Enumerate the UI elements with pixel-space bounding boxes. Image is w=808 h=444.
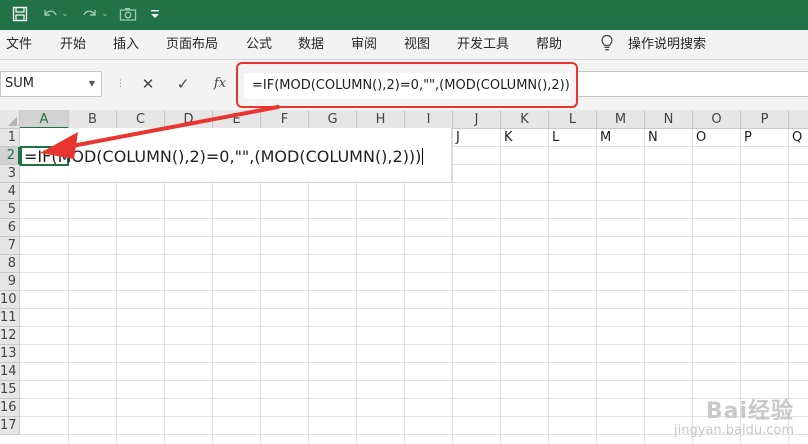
column-header-p[interactable]: P [741,110,789,129]
grid-hline [20,254,808,255]
column-header-h[interactable]: H [357,110,405,129]
tab-data[interactable]: 数据 [298,30,324,60]
grid-hline [20,290,808,291]
row-header-4[interactable]: 4 [0,183,20,201]
grid-vline [452,129,453,444]
grid-hline [20,200,808,201]
column-header-m[interactable]: M [597,110,645,129]
formula-input-extension[interactable] [578,71,808,97]
row-header-10[interactable]: 10 [0,291,20,309]
text-caret [422,148,424,165]
tab-insert[interactable]: 插入 [113,30,139,60]
grid-vline [596,129,597,444]
column-header-k[interactable]: K [501,110,549,129]
customize-icon[interactable] [148,4,162,24]
inline-label-p: P [744,130,752,145]
name-box[interactable]: SUM ▼ [0,71,102,97]
grid-hline [20,308,808,309]
row-header-11[interactable]: 11 [0,309,20,327]
column-header-e[interactable]: E [213,110,261,129]
name-box-value: SUM [5,76,34,91]
undo-icon[interactable] [40,4,60,24]
formula-input[interactable]: =IF(MOD(COLUMN(),2)=0,"",(MOD(COLUMN(),2… [244,73,570,99]
inline-label-j: J [456,130,460,145]
column-header-d[interactable]: D [165,110,213,129]
tab-review[interactable]: 审阅 [351,30,377,60]
column-header-q[interactable]: Q [789,110,808,129]
tab-home[interactable]: 开始 [60,30,86,60]
formula-bar: SUM ▼ ⋮ ✕ ✓ fx =IF(MOD(COLUMN(),2)=0,"",… [0,60,808,110]
row-header-14[interactable]: 14 [0,363,20,381]
name-box-dropdown-icon[interactable]: ▼ [89,72,95,96]
row-header-15[interactable]: 15 [0,381,20,399]
row-header-2[interactable]: 2 [0,147,20,165]
select-all-button[interactable] [0,110,20,129]
redo-dropdown-icon[interactable]: ⌄ [100,4,110,24]
watermark-url: jingyan.baidu.com [674,423,794,438]
cell-edit-formula: =IF(MOD(COLUMN(),2)=0,"",(MOD(COLUMN(),2… [24,147,422,166]
tab-formulas[interactable]: 公式 [246,30,272,60]
column-header-i[interactable]: I [405,110,453,129]
column-header-c[interactable]: C [117,110,165,129]
column-header-g[interactable]: G [309,110,357,129]
lightbulb-icon[interactable] [600,30,614,60]
grid-vline [548,129,549,444]
column-header-o[interactable]: O [693,110,741,129]
enter-formula-button[interactable]: ✓ [171,71,195,97]
grid-hline [20,326,808,327]
quick-access-toolbar: ⌄ ⌄ [0,0,808,30]
column-header-j[interactable]: J [453,110,501,129]
row-header-1[interactable]: 1 [0,129,20,147]
undo-dropdown-icon[interactable]: ⌄ [60,4,70,24]
tab-help[interactable]: 帮助 [536,30,562,60]
insert-function-button[interactable]: fx [208,71,232,97]
column-header-a[interactable]: A [20,110,69,129]
inline-label-q: Q [792,130,803,145]
row-header-9[interactable]: 9 [0,273,20,291]
inline-label-o: O [696,130,707,145]
ribbon-tabs: 文件 开始 插入 页面布局 公式 数据 审阅 视图 开发工具 帮助 操作说明搜索 [0,30,808,60]
column-header-n[interactable]: N [645,110,693,129]
grid-hline [20,362,808,363]
inline-label-n: N [648,130,658,145]
grid-hline [20,236,808,237]
row-header-8[interactable]: 8 [0,255,20,273]
row-header-17[interactable]: 17 [0,417,20,435]
row-header-6[interactable]: 6 [0,219,20,237]
row-header-16[interactable]: 16 [0,399,20,417]
tell-me-search[interactable]: 操作说明搜索 [628,30,706,60]
grid-hline [20,380,808,381]
cancel-formula-button[interactable]: ✕ [136,71,160,97]
inline-label-m: M [600,130,612,145]
watermark: Bai经验 jingyan.baidu.com [674,393,794,438]
tab-page-layout[interactable]: 页面布局 [166,30,218,60]
grid-hline [20,344,808,345]
grid-vline [644,129,645,444]
watermark-logo: Bai经验 [705,399,794,424]
column-header-b[interactable]: B [69,110,117,129]
cell-edit-text[interactable]: =IF(MOD(COLUMN(),2)=0,"",(MOD(COLUMN(),2… [24,147,424,167]
grid-vline [500,129,501,444]
column-header-l[interactable]: L [549,110,597,129]
row-header-7[interactable]: 7 [0,237,20,255]
redo-icon[interactable] [80,4,100,24]
tab-file[interactable]: 文件 [6,30,32,60]
inline-label-k: K [504,130,513,145]
column-header-f[interactable]: F [261,110,309,129]
formula-bar-grip-icon[interactable]: ⋮ [116,74,125,94]
grid-hline [20,272,808,273]
grid-hline [20,218,808,219]
row-header-5[interactable]: 5 [0,201,20,219]
row-header-13[interactable]: 13 [0,345,20,363]
tab-view[interactable]: 视图 [404,30,430,60]
camera-icon[interactable] [118,4,138,24]
row-header-3[interactable]: 3 [0,165,20,183]
tab-developer[interactable]: 开发工具 [457,30,509,60]
row-header-12[interactable]: 12 [0,327,20,345]
save-icon[interactable] [10,4,30,24]
inline-label-l: L [552,130,560,145]
formula-highlight-box: =IF(MOD(COLUMN(),2)=0,"",(MOD(COLUMN(),2… [236,62,578,108]
